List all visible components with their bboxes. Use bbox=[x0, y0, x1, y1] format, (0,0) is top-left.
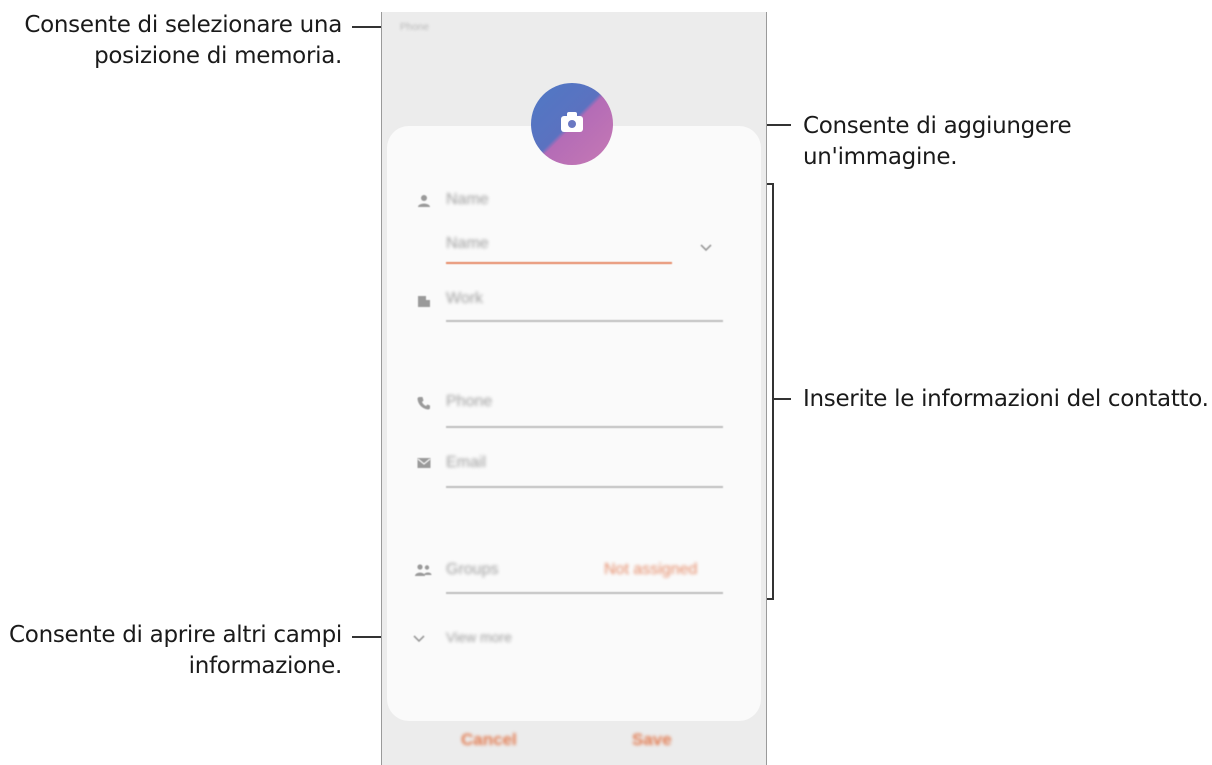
chevron-down-icon[interactable] bbox=[699, 240, 713, 254]
annotation-image-line-1: Consente di aggiungere bbox=[803, 113, 1072, 139]
view-more-button[interactable]: View more bbox=[446, 629, 512, 645]
annotation-contact-info: Inserite le informazioni del contatto. bbox=[803, 384, 1212, 415]
leader-more-fields bbox=[352, 636, 384, 638]
leader-contact-info bbox=[774, 398, 791, 400]
groups-underline bbox=[446, 592, 723, 594]
annotation-storage-line-2: posizione di memoria. bbox=[94, 43, 342, 69]
phone-input[interactable]: Phone bbox=[446, 393, 492, 411]
group-icon bbox=[415, 564, 432, 576]
phone-icon bbox=[417, 397, 430, 410]
camera-icon bbox=[561, 112, 583, 132]
email-icon bbox=[417, 458, 431, 468]
email-input[interactable]: Email bbox=[446, 454, 486, 472]
add-image-button[interactable] bbox=[531, 83, 613, 165]
name-input-underline bbox=[446, 262, 672, 264]
annotation-storage: Consente di selezionare una posizione di… bbox=[10, 10, 342, 72]
annotation-more-fields: Consente di aprire altri campi informazi… bbox=[0, 620, 342, 682]
person-icon bbox=[418, 195, 430, 207]
cancel-button[interactable]: Cancel bbox=[461, 730, 517, 750]
annotation-contact-info-line-1: Inserite le informazioni del contatto. bbox=[803, 386, 1209, 412]
name-header: Name bbox=[446, 191, 489, 208]
leader-storage bbox=[352, 26, 384, 28]
work-underline bbox=[446, 320, 723, 322]
contact-form-card bbox=[387, 126, 761, 721]
groups-value[interactable]: Not assigned bbox=[604, 561, 697, 579]
storage-location-selector[interactable]: Phone bbox=[400, 22, 429, 33]
name-input[interactable]: Name bbox=[446, 235, 489, 253]
email-underline bbox=[446, 486, 723, 488]
annotation-image: Consente di aggiungere un'immagine. bbox=[803, 111, 1103, 173]
save-button[interactable]: Save bbox=[632, 730, 672, 750]
annotation-storage-line-1: Consente di selezionare una bbox=[24, 12, 342, 38]
annotation-image-line-2: un'immagine. bbox=[803, 144, 958, 170]
work-input[interactable]: Work bbox=[446, 290, 483, 308]
building-icon bbox=[418, 296, 430, 307]
phone-underline bbox=[446, 426, 723, 428]
chevron-down-icon[interactable] bbox=[412, 631, 426, 645]
bracket-vertical bbox=[772, 183, 774, 600]
groups-label[interactable]: Groups bbox=[446, 561, 498, 579]
annotation-more-fields-line-1: Consente di aprire altri campi bbox=[9, 622, 342, 648]
annotation-more-fields-line-2: informazione. bbox=[188, 653, 343, 679]
